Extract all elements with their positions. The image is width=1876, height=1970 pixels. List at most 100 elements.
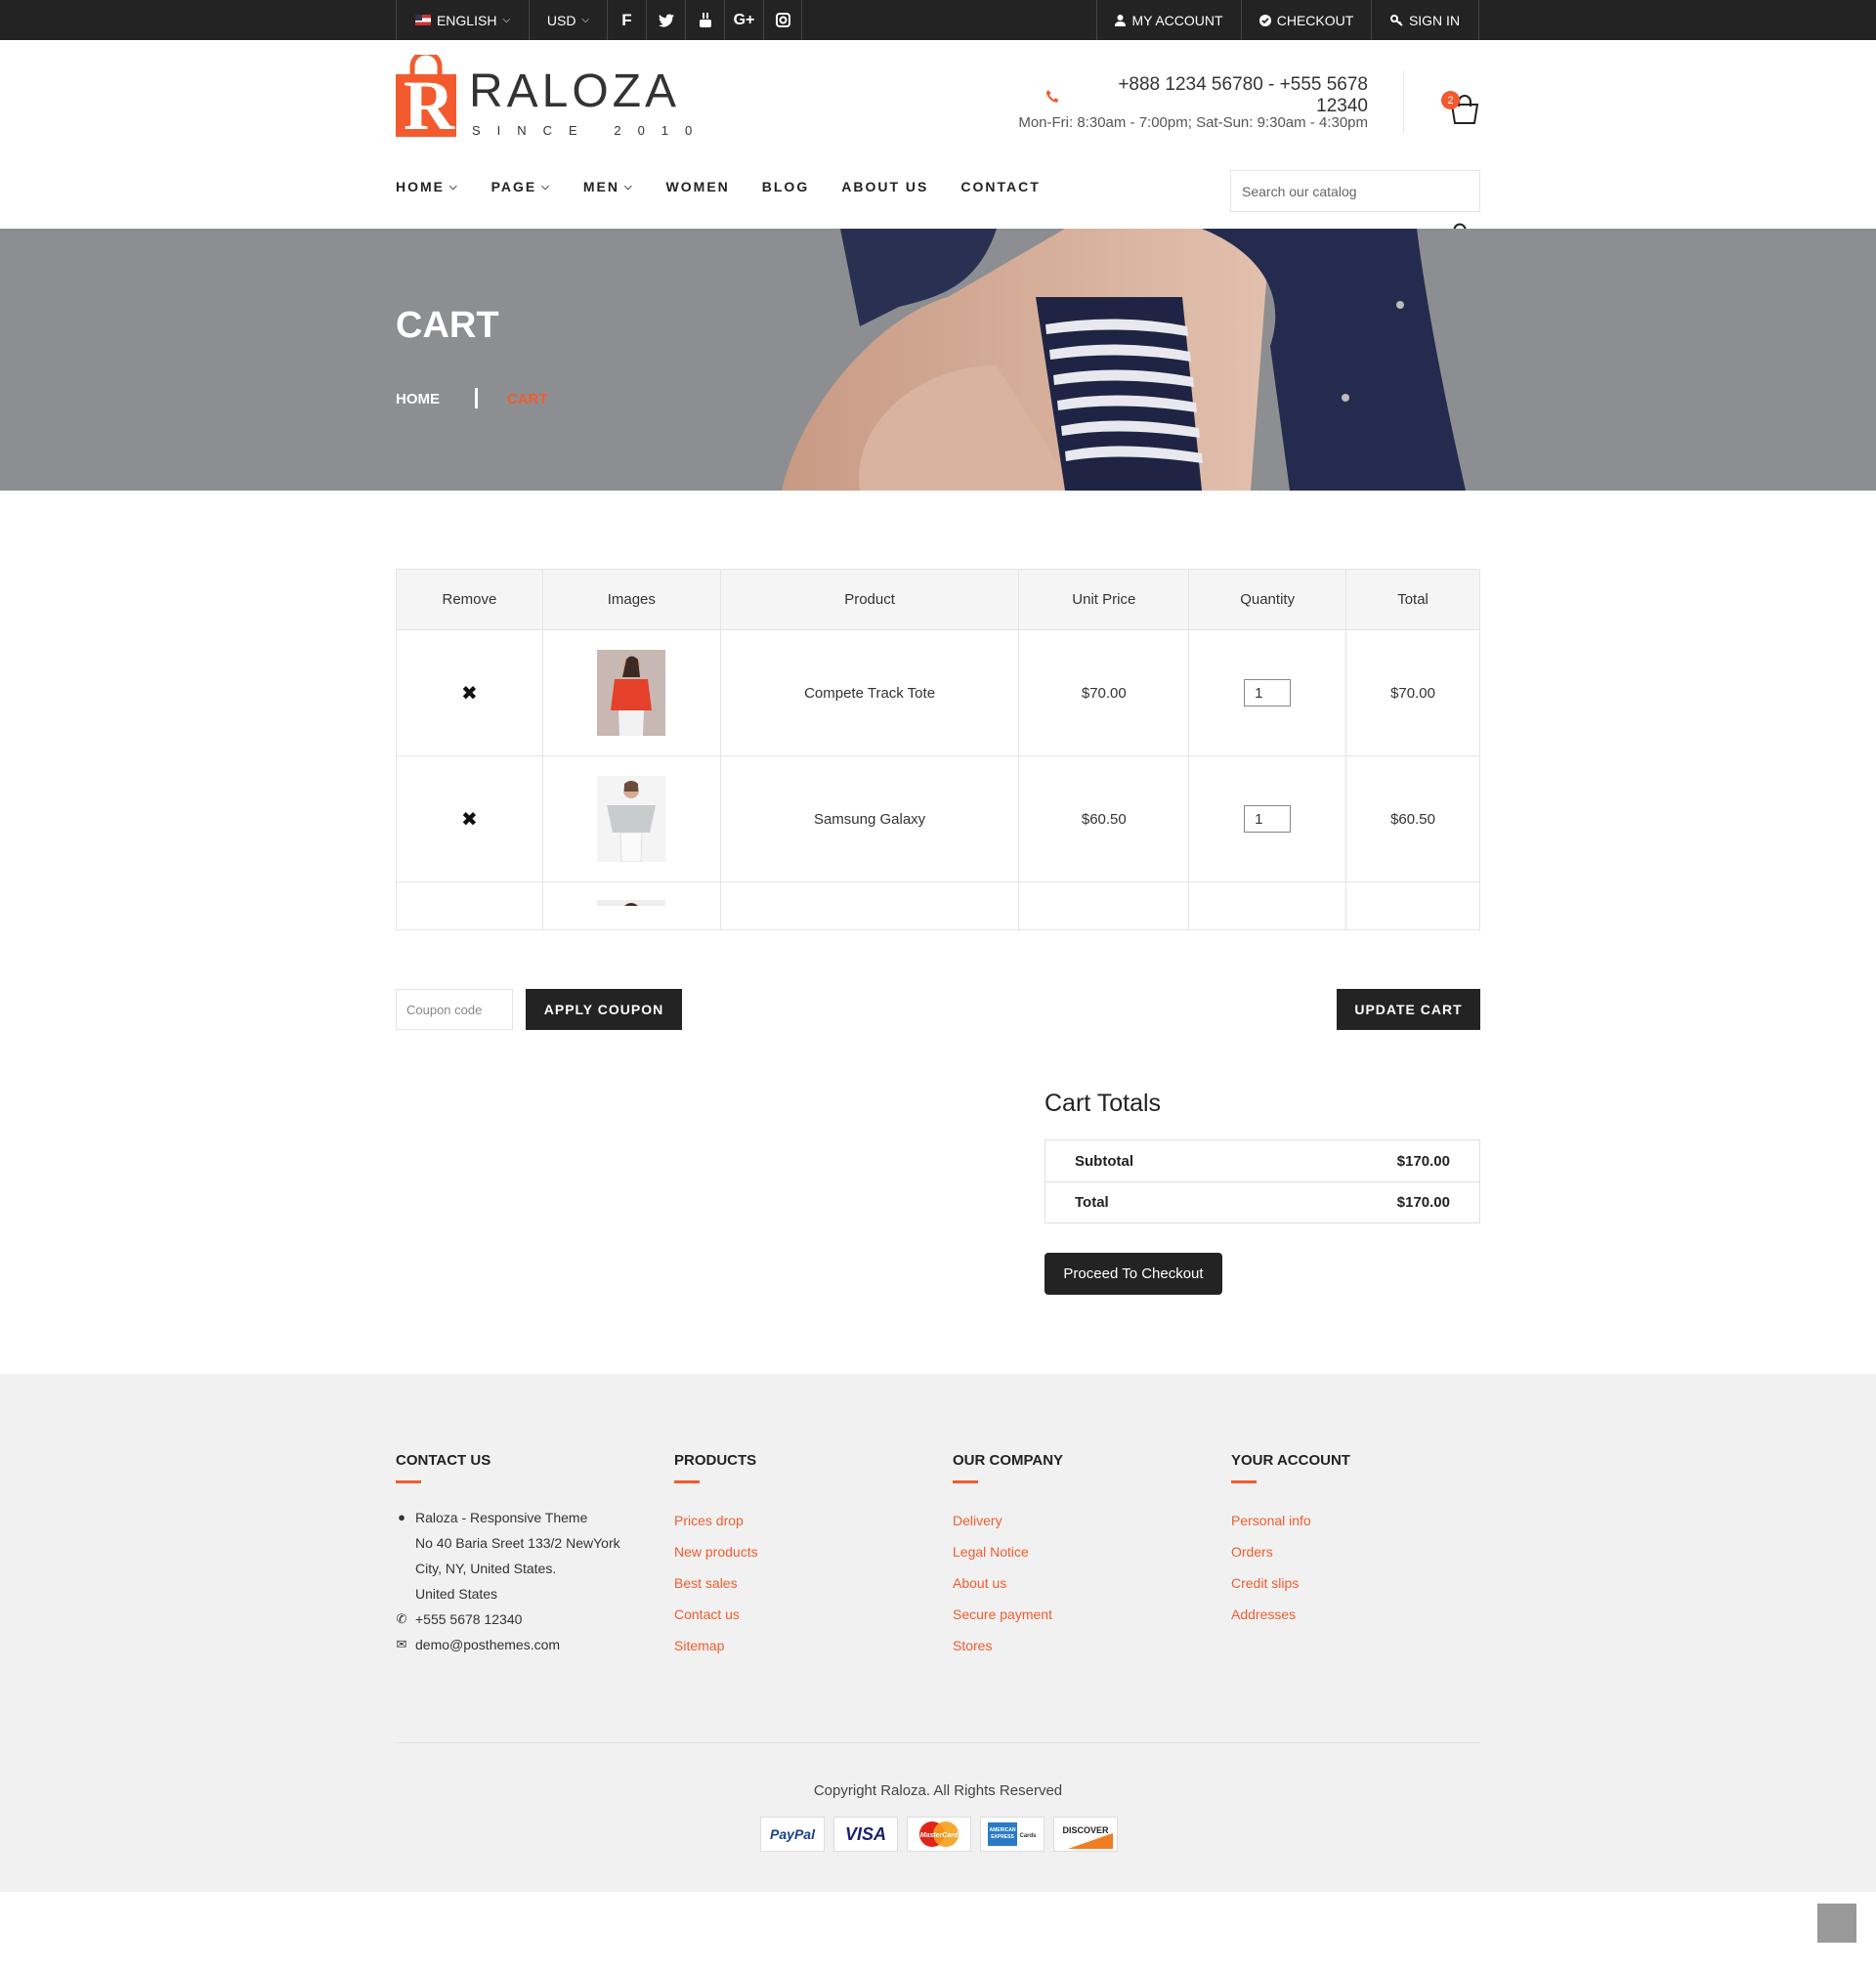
nav-item-label: ABOUT US: [841, 179, 929, 194]
logo-letter: R: [404, 66, 454, 145]
breadcrumb-home[interactable]: HOME: [396, 391, 440, 407]
product-thumbnail[interactable]: [597, 900, 666, 910]
footer-link[interactable]: New products: [674, 1536, 928, 1567]
discover-logo: DISCOVER: [1053, 1817, 1118, 1852]
footer-link[interactable]: Delivery: [953, 1505, 1207, 1536]
nav-item-blog[interactable]: BLOG: [762, 179, 809, 194]
logo-icon[interactable]: R: [396, 50, 456, 141]
footer-heading: YOUR ACCOUNT: [1231, 1452, 1350, 1469]
footer-phone: +555 5678 12340: [415, 1611, 523, 1627]
chevron-down-icon: ⌵: [623, 181, 634, 193]
table-row: [396, 881, 1480, 930]
footer-heading: CONTACT US: [396, 1452, 491, 1469]
scroll-to-top-button[interactable]: [1817, 1904, 1856, 1943]
logo-tagline: SINCE 2010: [472, 123, 709, 138]
nav-item-contact[interactable]: CONTACT: [960, 179, 1040, 194]
total-label: Total: [1075, 1194, 1109, 1211]
footer-link[interactable]: Addresses: [1231, 1599, 1485, 1630]
footer-link[interactable]: Prices drop: [674, 1505, 928, 1536]
update-cart-button[interactable]: UPDATE CART: [1337, 989, 1480, 1030]
google-plus-icon[interactable]: G+: [724, 0, 763, 40]
header-unit-price: Unit Price: [1018, 569, 1190, 630]
quantity-input[interactable]: 1: [1244, 679, 1292, 707]
footer-link[interactable]: Personal info: [1231, 1505, 1485, 1536]
footer-link[interactable]: Best sales: [674, 1567, 928, 1599]
footer-link[interactable]: Credit slips: [1231, 1567, 1485, 1599]
footer-products: PRODUCTS Prices drop New products Best sal…: [674, 1452, 928, 1661]
apply-coupon-button[interactable]: APPLY COUPON: [526, 989, 682, 1030]
search-input[interactable]: Search our catalog: [1230, 170, 1480, 212]
address-line: City, NY, United States.: [415, 1561, 557, 1576]
nav-item-label: CONTACT: [960, 179, 1041, 194]
visa-logo: VISA: [833, 1817, 898, 1852]
proceed-to-checkout-button[interactable]: Proceed To Checkout: [1045, 1253, 1222, 1295]
youtube-icon[interactable]: [685, 0, 724, 40]
remove-item-icon[interactable]: ✖: [461, 683, 478, 705]
product-name[interactable]: Compete Track Tote: [719, 629, 1020, 756]
nav-item-label: PAGE: [490, 179, 537, 194]
footer-link[interactable]: Contact us: [674, 1599, 928, 1630]
footer-account: YOUR ACCOUNT Personal info Orders Credit s…: [1231, 1452, 1485, 1630]
footer-link[interactable]: Sitemap: [674, 1630, 928, 1661]
product-thumbnail[interactable]: [597, 650, 666, 736]
footer-link[interactable]: About us: [953, 1567, 1207, 1599]
subtotal-value: $170.00: [1396, 1152, 1450, 1170]
cart-totals-table: Subtotal $170.00 Total $170.00: [1045, 1139, 1480, 1223]
unit-price: $60.50: [1018, 755, 1190, 882]
svg-text:AMERICAN: AMERICAN: [990, 1827, 1016, 1833]
footer-link[interactable]: Stores: [953, 1630, 1207, 1661]
key-icon: [1389, 14, 1403, 26]
header-total: Total: [1345, 569, 1480, 630]
user-icon: [1115, 14, 1127, 26]
nav-item-women[interactable]: WOMEN: [666, 179, 730, 194]
amex-logo: AMERICAN EXPRESS Cards: [980, 1817, 1045, 1852]
footer-contact: CONTACT US ● Raloza - Responsive Theme N…: [396, 1452, 650, 1657]
contact-email: ✉ demo@posthemes.com: [396, 1632, 650, 1657]
banner-model-image: [782, 229, 1466, 491]
footer-link[interactable]: Orders: [1231, 1536, 1485, 1567]
breadcrumb-current: CART: [507, 391, 548, 407]
nav-item-page[interactable]: PAGE ⌵: [491, 179, 551, 194]
product-name[interactable]: Samsung Galaxy: [719, 755, 1020, 882]
cart-count-badge: 2: [1441, 91, 1460, 109]
mastercard-logo: MasterCard: [907, 1817, 971, 1852]
instagram-icon[interactable]: [763, 0, 802, 40]
cart-table: Remove Images Product Unit Price Quantit…: [396, 569, 1480, 930]
line-total: $60.50: [1345, 755, 1480, 882]
quantity-input[interactable]: 1: [1244, 805, 1292, 833]
footer-heading: OUR COMPANY: [953, 1452, 1064, 1469]
currency-label: USD: [546, 12, 576, 28]
language-selector[interactable]: ENGLISH ⌵: [396, 0, 529, 40]
address-line: Raloza - Responsive Theme: [415, 1510, 588, 1525]
logo-text[interactable]: RALOZA: [469, 64, 680, 118]
sign-in-link[interactable]: SIGN IN: [1371, 0, 1479, 40]
svg-text:Cards: Cards: [1019, 1833, 1037, 1839]
footer-email[interactable]: demo@posthemes.com: [415, 1632, 560, 1657]
table-row: ✖ Compete Track Tote $70.00 1 $70.00: [396, 629, 1480, 756]
coupon-code-input[interactable]: Coupon code: [396, 989, 513, 1030]
subtotal-label: Subtotal: [1075, 1152, 1133, 1170]
chevron-down-icon: ⌵: [449, 181, 459, 193]
nav-item-men[interactable]: MEN ⌵: [583, 179, 634, 194]
currency-selector[interactable]: USD ⌵: [529, 0, 607, 40]
contact-address: ● Raloza - Responsive Theme No 40 Baria …: [396, 1505, 650, 1606]
table-header-row: Remove Images Product Unit Price Quantit…: [396, 569, 1480, 630]
my-account-label: MY ACCOUNT: [1131, 12, 1223, 28]
my-account-link[interactable]: MY ACCOUNT: [1096, 0, 1241, 40]
nav-item-home[interactable]: HOME ⌵: [396, 179, 459, 194]
product-thumbnail[interactable]: [597, 776, 666, 862]
nav-item-about-us[interactable]: ABOUT US: [841, 179, 928, 194]
svg-text:MasterCard: MasterCard: [920, 1832, 959, 1839]
footer-link[interactable]: Legal Notice: [953, 1536, 1207, 1567]
twitter-icon[interactable]: [646, 0, 685, 40]
phone-icon: [1045, 89, 1059, 103]
main-nav: HOME ⌵ PAGE ⌵ MEN ⌵ WOMEN BLOG ABOUT US CONTACT: [396, 179, 1073, 194]
footer-divider: [396, 1742, 1480, 1743]
remove-item-icon[interactable]: ✖: [461, 809, 478, 831]
header-images: Images: [541, 569, 721, 630]
checkout-link[interactable]: CHECKOUT: [1241, 0, 1371, 40]
heading-underline: [396, 1480, 421, 1483]
footer-heading: PRODUCTS: [674, 1452, 757, 1469]
footer-link[interactable]: Secure payment: [953, 1599, 1207, 1630]
facebook-icon[interactable]: f: [607, 0, 646, 40]
